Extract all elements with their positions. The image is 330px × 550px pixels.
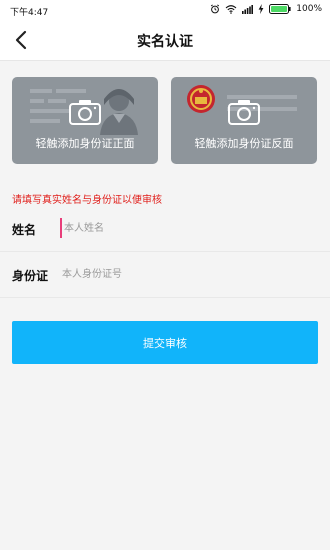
- charging-icon: [258, 4, 264, 14]
- name-label: 姓名: [12, 223, 37, 237]
- name-input[interactable]: [60, 218, 314, 238]
- camera-icon: [228, 100, 260, 125]
- submit-button[interactable]: 提交审核: [12, 321, 318, 364]
- nav-bar: 实名认证: [0, 20, 330, 61]
- id-card-front-upload[interactable]: 轻触添加身份证正面: [12, 77, 158, 164]
- verification-tip: 请填写真实姓名与身份证以便审核: [12, 195, 162, 206]
- page-title: 实名认证: [137, 34, 193, 50]
- battery-icon: [269, 4, 291, 14]
- status-bar: 下午4:47 100%: [0, 0, 330, 20]
- camera-icon: [69, 100, 101, 125]
- id-number-row: 身份证: [0, 253, 330, 298]
- name-row: 姓名: [0, 207, 330, 252]
- id-number-label: 身份证: [12, 269, 49, 283]
- id-card-back-label: 轻触添加身份证反面: [194, 137, 294, 150]
- id-number-input[interactable]: [60, 264, 312, 284]
- id-card-back-upload[interactable]: 轻触添加身份证反面: [171, 77, 317, 164]
- status-icons: 100%: [210, 4, 322, 14]
- wifi-icon: [225, 5, 237, 14]
- battery-percent: 100%: [296, 4, 322, 14]
- status-time: 下午4:47: [10, 8, 49, 18]
- id-card-front-label: 轻触添加身份证正面: [35, 137, 135, 150]
- alarm-icon: [211, 4, 220, 14]
- signal-icon: [242, 4, 254, 14]
